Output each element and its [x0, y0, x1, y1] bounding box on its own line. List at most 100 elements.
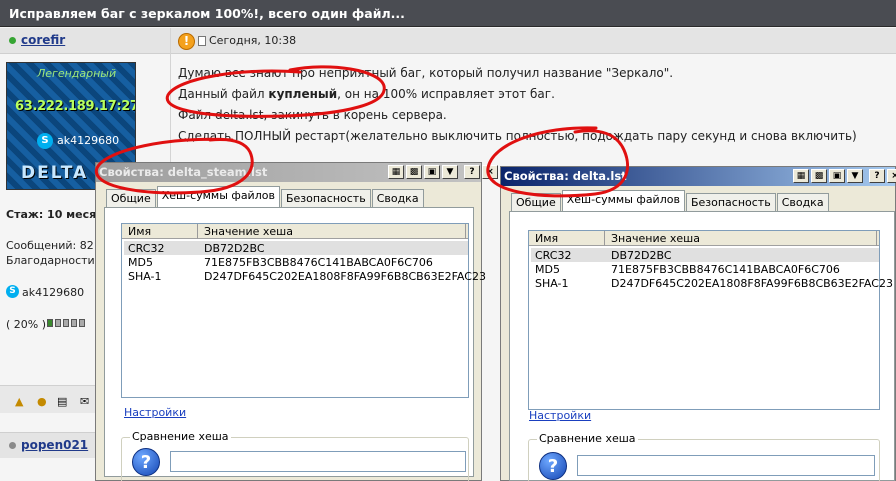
tab-summary[interactable]: Сводка: [371, 189, 424, 207]
messages-label: Сообщений:: [6, 239, 77, 252]
hash-name: CRC32: [128, 242, 165, 255]
post-bold-text: купленый: [268, 87, 338, 101]
settings-link[interactable]: Настройки: [124, 406, 186, 419]
card-icon[interactable]: ▤: [57, 395, 67, 408]
hash-row[interactable]: MD5 71E875FB3CBB8476C141BABCA0F6C706: [531, 262, 879, 276]
hash-value: DB72D2BC: [204, 242, 265, 255]
online-status-icon: [9, 37, 16, 44]
hash-value: D247DF645C202EA1808F8FA99F6B8CB63E2FAC23: [611, 277, 893, 290]
post-line-2: Данный файл купленый, он на 100% исправл…: [178, 87, 555, 101]
close-button[interactable]: ×: [887, 169, 896, 183]
hash-list-header: Имя Значение хеша: [122, 224, 468, 239]
window-tool-icon[interactable]: ▩: [811, 169, 827, 183]
help-button[interactable]: ?: [869, 169, 885, 183]
tab-general[interactable]: Общие: [106, 189, 156, 207]
hash-list-header: Имя Значение хеша: [529, 231, 879, 246]
hash-name: MD5: [128, 256, 153, 269]
window-tool-icon[interactable]: ▼: [847, 169, 863, 183]
hash-row[interactable]: CRC32 DB72D2BC: [531, 248, 879, 262]
post-line-4: Сделать ПОЛНЫЙ рестарт(желательно выключ…: [178, 129, 857, 143]
hash-compare-group: Сравнение хеша ?: [121, 430, 469, 481]
column-hash-value[interactable]: Значение хеша: [198, 224, 466, 239]
hash-compare-input[interactable]: [170, 451, 466, 472]
hash-name: MD5: [535, 263, 560, 276]
hash-row[interactable]: MD5 71E875FB3CBB8476C141BABCA0F6C706: [124, 255, 468, 269]
window-tool-icon[interactable]: ▦: [388, 165, 404, 179]
hash-value: 71E875FB3CBB8476C141BABCA0F6C706: [204, 256, 433, 269]
dialog-titlebar[interactable]: Свойства: delta_steam.lst ▦ ▩ ▣ ▼ ? ×: [96, 163, 498, 182]
rep-cell: [55, 319, 61, 327]
window-tool-icon[interactable]: ▦: [793, 169, 809, 183]
column-name[interactable]: Имя: [529, 231, 605, 246]
user-reputation: ( 20% ): [6, 318, 47, 331]
tab-security[interactable]: Безопасность: [280, 189, 371, 207]
tab-summary[interactable]: Сводка: [776, 193, 829, 211]
titlebar-buttons: ▦ ▩ ▣ ▼ ? ×: [388, 165, 498, 179]
hash-value: D247DF645C202EA1808F8FA99F6B8CB63E2FAC23: [204, 270, 486, 283]
titlebar-buttons: ▦ ▩ ▣ ▼ ? ×: [793, 169, 896, 183]
question-icon: ?: [132, 448, 160, 476]
column-name[interactable]: Имя: [122, 224, 198, 239]
user-skype[interactable]: ak4129680: [22, 286, 84, 299]
close-button[interactable]: ×: [482, 165, 498, 179]
column-hash-value[interactable]: Значение хеша: [605, 231, 877, 246]
tab-file-hashes[interactable]: Хеш-суммы файлов: [156, 186, 280, 207]
window-tool-icon[interactable]: ▣: [829, 169, 845, 183]
hash-compare-input[interactable]: [577, 455, 875, 476]
window-tool-icon[interactable]: ▣: [424, 165, 440, 179]
properties-dialog-steam[interactable]: Свойства: delta_steam.lst ▦ ▩ ▣ ▼ ? × Об…: [95, 162, 498, 481]
thread-title: Исправляем баг с зеркалом 100%!, всего о…: [0, 0, 896, 27]
dialog-titlebar[interactable]: Свойства: delta.lst ▦ ▩ ▣ ▼ ? ×: [501, 167, 896, 186]
reputation-bar: [47, 319, 85, 327]
document-icon: [198, 36, 206, 46]
hash-row[interactable]: SHA-1 D247DF645C202EA1808F8FA99F6B8CB63E…: [124, 269, 486, 283]
tab-general[interactable]: Общие: [511, 193, 561, 211]
hash-list[interactable]: Имя Значение хеша CRC32 DB72D2BC MD5 71E…: [121, 223, 486, 398]
hash-row[interactable]: CRC32 DB72D2BC: [124, 241, 468, 255]
hash-name: SHA-1: [535, 277, 569, 290]
hash-compare-label: Сравнение хеша: [130, 430, 231, 443]
post-time: Сегодня, 10:38: [209, 34, 297, 47]
dialog-title: Свойства: delta.lst: [504, 169, 627, 183]
post-line-1: Думаю все знают про неприятный баг, кото…: [178, 66, 674, 80]
messages-count: 82: [79, 239, 94, 252]
properties-dialog-delta[interactable]: Свойства: delta.lst ▦ ▩ ▣ ▼ ? × Общие Хе…: [500, 166, 896, 481]
question-icon: ?: [539, 452, 567, 480]
post-text: Данный файл: [178, 87, 265, 101]
avatar-skype-name: ak4129680: [57, 134, 120, 147]
hash-list[interactable]: Имя Значение хеша CRC32 DB72D2BC MD5 71E…: [528, 230, 893, 410]
post-line-3: Файл delta.lst, закинуть в корень сервер…: [178, 108, 447, 122]
post-author-link[interactable]: corefir: [21, 33, 65, 47]
tab-file-hashes[interactable]: Хеш-суммы файлов: [561, 190, 685, 211]
warning-small-icon[interactable]: ●: [37, 395, 47, 408]
user-messages: Сообщений: 82: [6, 239, 94, 252]
window-tool-icon[interactable]: ▩: [406, 165, 422, 179]
pm-icon[interactable]: ✉: [80, 395, 89, 408]
help-button[interactable]: ?: [464, 165, 480, 179]
hash-name: SHA-1: [128, 270, 162, 283]
tab-panel: Имя Значение хеша CRC32 DB72D2BC MD5 71E…: [509, 211, 895, 481]
avatar-brand-text: DELTA: [21, 163, 89, 183]
rep-cell: [47, 319, 53, 327]
dialog-title: Свойства: delta_steam.lst: [99, 165, 268, 179]
hash-compare-label: Сравнение хеша: [537, 432, 638, 445]
window-tool-icon[interactable]: ▼: [442, 165, 458, 179]
avatar-server-ip: 63.222.189.17:27160: [15, 99, 135, 114]
hash-value: 71E875FB3CBB8476C141BABCA0F6C706: [611, 263, 840, 276]
warning-icon[interactable]: !: [178, 33, 195, 50]
hash-value: DB72D2BC: [611, 249, 672, 262]
skype-status-icon[interactable]: S: [6, 285, 19, 298]
offline-status-icon: [9, 442, 16, 449]
tab-security[interactable]: Безопасность: [685, 193, 776, 211]
thanks-label: Благодарности:: [6, 254, 99, 267]
hash-row[interactable]: SHA-1 D247DF645C202EA1808F8FA99F6B8CB63E…: [531, 276, 893, 290]
rep-cell: [71, 319, 77, 327]
avatar-rank-text: Легендарный: [37, 67, 117, 80]
next-post-author-link[interactable]: popen021: [21, 438, 88, 452]
settings-link[interactable]: Настройки: [529, 409, 591, 422]
post-text: , он на 100% исправляет этот баг.: [337, 87, 555, 101]
rate-icon[interactable]: ▲: [15, 395, 23, 408]
post-header: corefir ! Сегодня, 10:38: [0, 28, 896, 54]
skype-icon: S: [37, 133, 53, 149]
rep-cell: [79, 319, 85, 327]
